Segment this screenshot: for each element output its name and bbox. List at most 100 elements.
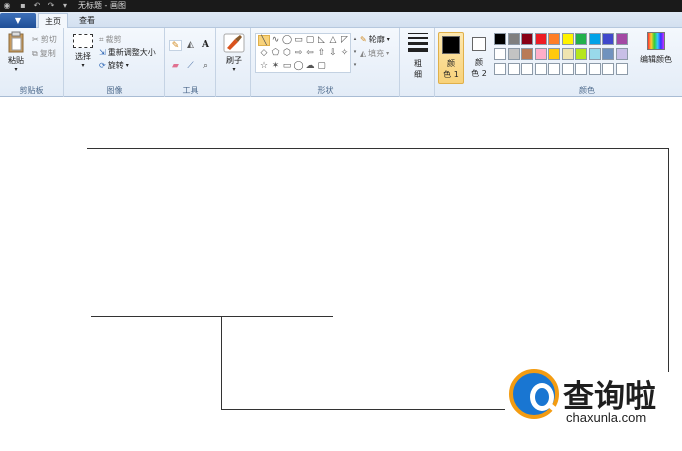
ribbon-tabs: ▼ 主页 查看 (0, 12, 682, 29)
palette-swatch[interactable] (507, 33, 520, 45)
select-dropdown-icon[interactable]: ▾ (71, 62, 95, 69)
color1-swatch (442, 36, 460, 54)
palette-swatch[interactable] (602, 33, 614, 45)
shape-option[interactable]: ▢ (304, 35, 316, 46)
palette-swatch[interactable] (561, 48, 574, 60)
file-menu-button[interactable]: ▼ (0, 13, 36, 28)
crop-label: 裁剪 (105, 35, 122, 44)
outline-button[interactable]: ✎ 轮廓 ▾ (360, 34, 390, 45)
shape-option[interactable]: ▭ (281, 61, 293, 72)
palette-swatch[interactable] (561, 63, 574, 75)
palette-swatch[interactable] (575, 63, 587, 75)
copy-button[interactable]: ⧉ 复制 (32, 48, 56, 59)
brushes-button[interactable]: 刷子 ▾ (221, 33, 247, 73)
rotate-icon: ⟳ (99, 61, 106, 70)
shape-option[interactable]: ⇦ (304, 48, 316, 59)
rotate-dropdown-icon[interactable]: ▾ (126, 62, 129, 69)
shape-option[interactable]: ✧ (339, 48, 351, 59)
shape-option[interactable]: ◯ (281, 35, 293, 46)
shape-option[interactable]: ☆ (258, 61, 270, 72)
palette-swatch[interactable] (548, 48, 560, 60)
tab-view[interactable]: 查看 (70, 13, 104, 29)
shapes-scroll-icon[interactable]: ▴ ▾ ▾ (352, 33, 358, 73)
edit-colors-button[interactable]: 编辑颜色 (634, 32, 678, 65)
brushes-dropdown-icon[interactable]: ▾ (221, 66, 247, 73)
palette-swatch[interactable] (548, 33, 560, 45)
shape-option[interactable]: ◇ (258, 48, 270, 59)
palette-swatch[interactable] (521, 33, 533, 45)
shape-option[interactable]: ☁ (304, 61, 316, 72)
tab-home[interactable]: 主页 (38, 13, 68, 29)
palette-swatch[interactable] (602, 48, 614, 60)
color2-label-2: 色 2 (471, 69, 487, 78)
palette-swatch[interactable] (507, 48, 520, 60)
text-icon[interactable]: A (199, 40, 212, 51)
palette-swatch[interactable] (561, 33, 574, 45)
shape-option[interactable]: ◯ (293, 61, 305, 72)
brushes-group: 刷子 ▾ (217, 28, 251, 97)
palette-swatch[interactable] (494, 33, 506, 45)
size-label-1: 粗 (414, 59, 422, 68)
redo-icon[interactable]: ↷ (46, 1, 56, 11)
palette-swatch[interactable] (521, 63, 533, 75)
shape-option[interactable]: ✶ (270, 61, 282, 72)
eraser-icon[interactable]: ▰ (169, 61, 182, 72)
palette-swatch[interactable] (575, 33, 587, 45)
color1-button[interactable]: 颜 色 1 (438, 32, 464, 84)
palette-swatch[interactable] (615, 33, 628, 45)
magnifier-icon[interactable]: ⌕ (199, 61, 212, 72)
palette-swatch[interactable] (588, 48, 601, 60)
save-icon[interactable]: ▪ (18, 1, 28, 11)
select-button[interactable]: 选择 ▾ (71, 34, 95, 69)
crop-button[interactable]: ⌗ 裁剪 (99, 34, 122, 45)
paste-dropdown-icon[interactable]: ▾ (4, 66, 28, 73)
app-icon[interactable]: ◉ (2, 1, 12, 11)
palette-swatch[interactable] (534, 48, 547, 60)
rotate-label: 旋转 (107, 61, 124, 70)
palette-swatch[interactable] (521, 48, 533, 60)
palette-swatch[interactable] (602, 63, 614, 75)
palette-swatch[interactable] (588, 33, 601, 45)
undo-icon[interactable]: ↶ (32, 1, 42, 11)
shape-option[interactable]: ⇩ (327, 48, 339, 59)
palette-swatch[interactable] (615, 48, 628, 60)
fill-button[interactable]: ◭ 填充 ▾ (360, 48, 389, 59)
palette-swatch[interactable] (507, 63, 520, 75)
shape-option[interactable]: ◸ (339, 35, 351, 46)
shape-option[interactable]: ▢ (316, 61, 328, 72)
colors-group: 编辑颜色 颜色 (492, 28, 682, 97)
shape-option[interactable]: ⇨ (293, 48, 305, 59)
paste-button[interactable]: 粘贴 ▾ (4, 31, 28, 73)
palette-swatch[interactable] (534, 63, 547, 75)
shapes-gallery: ╲ ∿ ◯ ▭ ▢ ◺ △ ◸ ◇ ⬠ ⬡ ⇨ ⇦ ⇧ ⇩ ✧ ☆ ✶ ▭ ◯ ☁ ▢ (255, 33, 351, 73)
shape-option[interactable]: ╲ (258, 35, 270, 46)
cut-button[interactable]: ✂ 剪切 (32, 34, 57, 45)
paste-icon (8, 31, 24, 53)
shape-option[interactable]: ⬡ (281, 48, 293, 59)
clipboard-group: 粘贴 ▾ ✂ 剪切 ⧉ 复制 剪贴板 (0, 28, 64, 97)
palette-swatch[interactable] (575, 48, 587, 60)
palette-swatch[interactable] (494, 48, 506, 60)
color2-button[interactable]: 颜 色 2 (466, 32, 492, 84)
palette-swatch[interactable] (615, 63, 628, 75)
shape-option[interactable]: ▭ (293, 35, 305, 46)
palette-swatch[interactable] (494, 63, 506, 75)
customize-quick-access-icon[interactable]: ▾ (60, 1, 70, 11)
shape-option[interactable]: △ (327, 35, 339, 46)
brush-icon (223, 33, 245, 53)
shapes-group-label: 形状 (317, 86, 334, 95)
palette-swatch[interactable] (534, 33, 547, 45)
color-picker-icon[interactable]: ⟋ (184, 61, 197, 72)
shapes-group: ╲ ∿ ◯ ▭ ▢ ◺ △ ◸ ◇ ⬠ ⬡ ⇨ ⇦ ⇧ ⇩ ✧ ☆ ✶ ▭ ◯ ☁ ▢ ▴ ▾ ▾ ✎ 轮廓 ▾ ◭ 填充 ▾… (252, 28, 400, 97)
shape-option[interactable]: ◺ (316, 35, 328, 46)
shape-option[interactable]: ∿ (270, 35, 282, 46)
shape-option[interactable]: ⇧ (316, 48, 328, 59)
pencil-icon[interactable]: ✎ (169, 40, 182, 51)
size-button[interactable]: 粗 细 (405, 33, 431, 80)
rotate-button[interactable]: ⟳ 旋转 ▾ (99, 60, 129, 71)
palette-swatch[interactable] (588, 63, 601, 75)
shape-option[interactable]: ⬠ (270, 48, 282, 59)
palette-swatch[interactable] (548, 63, 560, 75)
fill-icon[interactable]: ◭ (184, 40, 197, 51)
resize-button[interactable]: ⇲ 重新调整大小 (99, 47, 156, 58)
